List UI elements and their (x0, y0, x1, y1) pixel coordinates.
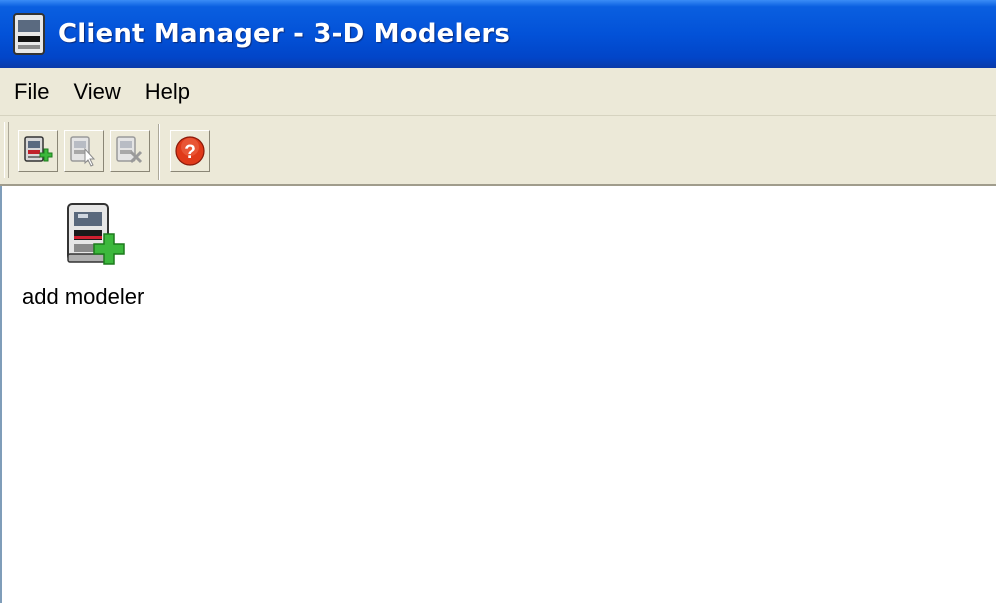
help-icon: ? (175, 136, 205, 166)
menu-bar: File View Help (0, 68, 996, 116)
remove-modeler-button[interactable] (110, 130, 150, 172)
select-modeler-button[interactable] (64, 130, 104, 172)
help-button[interactable]: ? (170, 130, 210, 172)
toolbar-separator (158, 124, 160, 180)
menu-file[interactable]: File (0, 72, 61, 112)
add-modeler-item[interactable]: add modeler (14, 200, 154, 310)
toolbar-grip[interactable] (4, 122, 9, 178)
item-label: add modeler (22, 284, 145, 309)
select-modeler-icon (70, 136, 96, 167)
toolbar: ? (0, 116, 996, 186)
modeler-app-icon (13, 13, 45, 55)
window-title: Client Manager - 3-D Modelers (58, 19, 511, 49)
add-modeler-icon (24, 136, 53, 162)
add-modeler-button[interactable] (18, 130, 58, 172)
svg-text:?: ? (184, 142, 196, 163)
menu-help[interactable]: Help (133, 72, 202, 112)
modeler-list-view[interactable]: add modeler (0, 186, 996, 603)
remove-modeler-icon (116, 136, 143, 164)
menu-view[interactable]: View (61, 72, 132, 112)
add-modeler-icon (67, 203, 125, 265)
title-bar[interactable]: Client Manager - 3-D Modelers (0, 0, 996, 68)
